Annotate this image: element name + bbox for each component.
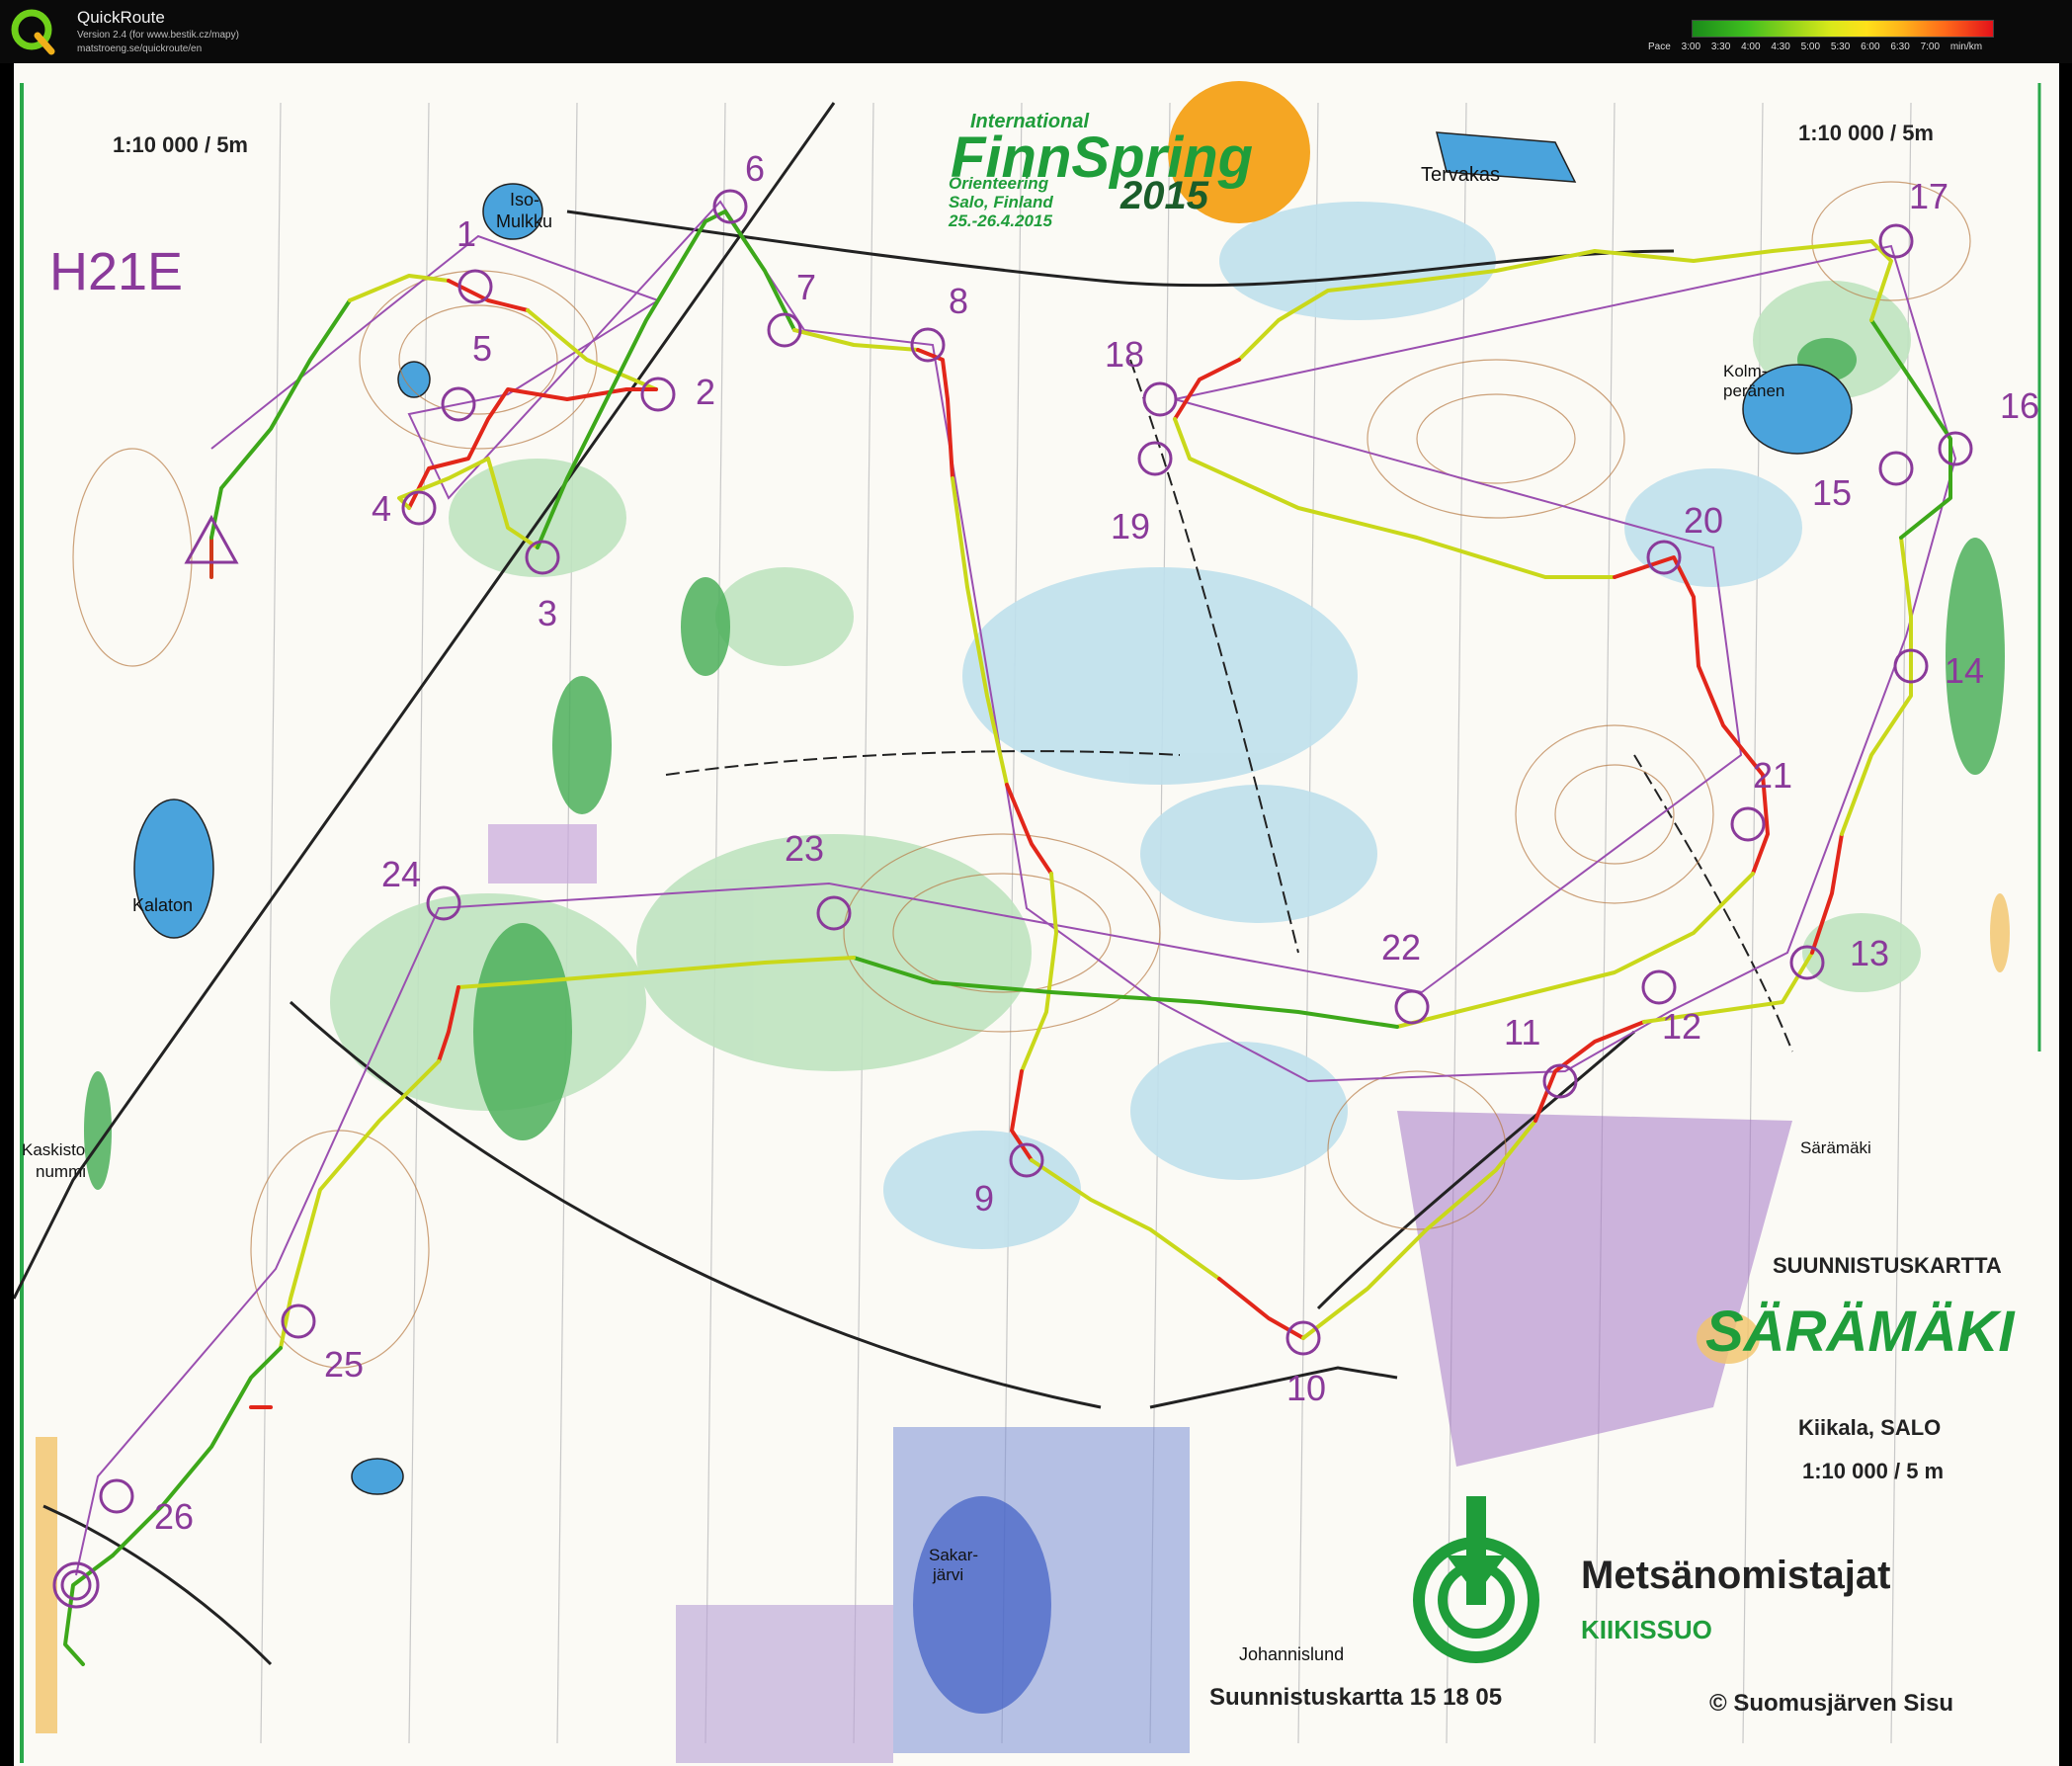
control-number: 8 (949, 281, 969, 321)
control-number: 19 (1111, 506, 1151, 547)
map-graphics (14, 81, 2041, 1763)
publisher-name: Metsänomistajat (1581, 1554, 1891, 1597)
place-kaskisto-1: Kaskisto (22, 1140, 86, 1159)
quickroute-logo-icon (11, 9, 55, 55)
control-number: 3 (538, 593, 558, 633)
pace-tick: 5:00 (1800, 42, 1821, 52)
place-kolmperanen-2: peränen (1723, 381, 1785, 400)
map-label: SUUNNISTUSKARTTA (1773, 1253, 2002, 1278)
place-saramaki: Särämäki (1800, 1138, 1871, 1157)
pace-tick: 7:00 (1920, 42, 1941, 52)
control-number: 6 (745, 148, 766, 189)
pace-unit: min/km (1949, 42, 1983, 52)
control-number: 2 (696, 372, 716, 412)
pace-tick: 5:30 (1830, 42, 1851, 52)
control-number: 21 (1753, 755, 1793, 796)
control-number: 18 (1105, 334, 1145, 375)
pace-legend: Pace 3:00 3:30 4:00 4:30 5:00 5:30 6:00 … (1648, 14, 2063, 59)
map-scale: 1:10 000 / 5 m (1802, 1459, 1945, 1483)
event-dates: 25.-26.4.2015 (949, 211, 1052, 230)
place-tervakas: Tervakas (1421, 164, 1501, 186)
map-location: Kiikala, SALO (1798, 1415, 1942, 1440)
control-number: 16 (2000, 385, 2040, 426)
pace-tick: 6:30 (1890, 42, 1910, 52)
event-year: 2015 (1120, 174, 1208, 217)
control-number: 26 (154, 1496, 195, 1537)
app-title: QuickRoute (77, 8, 165, 27)
place-kaskisto-2: nummi (36, 1162, 87, 1181)
control-number: 10 (1286, 1368, 1327, 1408)
control-number: 17 (1909, 176, 1949, 216)
control-number: 12 (1662, 1006, 1702, 1047)
publisher-sub: KIIKISSUO (1581, 1615, 1712, 1644)
app-url: matstroeng.se/quickroute/en (77, 43, 203, 54)
place-kalaton: Kalaton (132, 895, 194, 915)
copyright: © Suomusjärven Sisu (1709, 1690, 1954, 1717)
control-number: 5 (472, 328, 493, 369)
control-number: 25 (324, 1344, 365, 1385)
control-number: 22 (1381, 927, 1422, 967)
control-number: 14 (1945, 650, 1985, 691)
pace-color-scale (1692, 20, 1994, 38)
control-number: 11 (1504, 1012, 1541, 1052)
place-sakarjarvi-1: Sakar- (929, 1546, 979, 1564)
place-iso-mulkku-2: Mulkku (496, 211, 553, 231)
quickroute-window: QuickRoute Version 2.4 (for www.bestik.c… (0, 0, 2072, 1766)
event-subtitle: Orienteering Salo, Finland 25.-26.4.2015 (949, 174, 1053, 230)
place-iso-mulkku-1: Iso- (510, 190, 540, 210)
metsanomistajat-logo-icon (1413, 1496, 1539, 1663)
scale-label-top-right: 1:10 000 / 5m (1798, 121, 1934, 145)
title-bar: QuickRoute Version 2.4 (for www.bestik.c… (0, 0, 2072, 63)
place-kolmperanen-1: Kolm- (1723, 362, 1768, 380)
control-number: 24 (381, 854, 422, 894)
event-subtitle-line: Orienteering (949, 174, 1049, 193)
place-johannislund: Johannislund (1239, 1644, 1345, 1664)
app-version: Version 2.4 (for www.bestik.cz/mapy) (77, 30, 239, 41)
control-number: 9 (974, 1178, 995, 1219)
place-sakarjarvi-2: järvi (933, 1565, 964, 1584)
scale-label-top-left: 1:10 000 / 5m (113, 132, 248, 157)
pace-tick: 3:00 (1681, 42, 1701, 52)
map-title: SÄRÄMÄKI (1705, 1300, 2015, 1364)
pace-tick: 4:30 (1771, 42, 1790, 52)
pace-tick: 6:00 (1861, 42, 1880, 52)
pace-tick: 3:30 (1710, 42, 1731, 52)
control-number: 7 (796, 267, 817, 307)
control-number: 15 (1812, 472, 1853, 513)
control-number: 23 (785, 828, 825, 869)
event-location: Salo, Finland (949, 193, 1053, 211)
class-name: H21E (49, 242, 184, 301)
control-number: 13 (1850, 933, 1890, 973)
pace-tick-labels: Pace 3:00 3:30 4:00 4:30 5:00 5:30 6:00 … (1648, 42, 1990, 52)
pace-tick: 4:00 (1741, 42, 1761, 52)
control-number: 1 (456, 213, 477, 254)
orienteering-map[interactable]: 1:10 000 / 5m 1:10 000 / 5m H21E Interna… (14, 63, 2059, 1766)
map-number: Suunnistuskartta 15 18 05 (1209, 1684, 1503, 1711)
control-number: 4 (372, 488, 392, 529)
pace-label: Pace (1648, 42, 1671, 52)
control-number: 20 (1684, 500, 1724, 541)
